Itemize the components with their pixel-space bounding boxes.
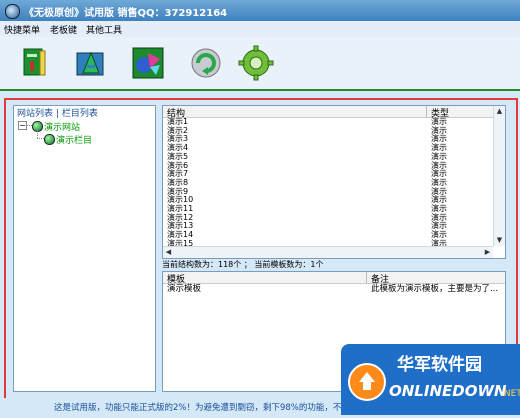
template-name-cell: 演示模板: [167, 284, 202, 294]
table-row[interactable]: 演示7 演示: [163, 170, 493, 178]
menu-item-other-tools[interactable]: 其他工具: [86, 23, 122, 36]
scroll-left-arrow-icon[interactable]: ◀: [164, 248, 173, 257]
tab-column-list[interactable]: 栏目列表: [62, 109, 98, 119]
column-divider[interactable]: [366, 272, 367, 283]
svg-text:华军软件园: 华军软件园: [397, 354, 482, 375]
onlinedown-logo: 华军软件园 ONLINEDOWN .NET: [348, 354, 520, 401]
svg-text:ONLINEDOWN: ONLINEDOWN: [389, 382, 507, 400]
menu-bar: 快捷菜单 老板键 其他工具: [0, 21, 520, 37]
menu-item-boss-key[interactable]: 老板键: [50, 23, 77, 36]
horizontal-scrollbar[interactable]: ◀ ▶: [163, 246, 493, 258]
window-title: 《无极原创》试用版 销售QQ：372912164: [24, 8, 228, 19]
toolbar-button-font[interactable]: [73, 45, 109, 81]
tree-connector-vertical: [37, 131, 38, 138]
structure-type-cell: 演示: [431, 204, 447, 213]
column-divider[interactable]: [426, 106, 427, 117]
table-row[interactable]: 演示4 演示: [163, 144, 493, 152]
toolbar-button-shapes[interactable]: [130, 45, 166, 81]
recycle-icon: [191, 48, 221, 78]
scroll-down-arrow-icon[interactable]: ▼: [495, 236, 504, 245]
gear-icon: [238, 45, 274, 81]
tree-connector: [37, 138, 44, 139]
table-row[interactable]: 演示8 演示: [163, 177, 493, 187]
globe-icon: [44, 134, 55, 145]
tab-separator: |: [55, 109, 59, 119]
structure-name-cell: 演示14: [167, 230, 194, 240]
structure-name-cell: 演示5: [167, 151, 189, 161]
table-row[interactable]: 演示5 演示: [163, 151, 493, 161]
structure-name-cell: 演示7: [167, 169, 189, 179]
structure-type-cell: 演示: [431, 230, 447, 240]
table-row[interactable]: 演示11 演示: [163, 205, 493, 213]
app-icon: [5, 4, 20, 19]
table-row[interactable]: 演示模板 此模板为演示模板，主要是为了...: [163, 284, 505, 295]
structure-name-cell: 演示8: [167, 177, 189, 187]
structure-type-cell: 演示: [431, 177, 447, 187]
structure-type-cell: 演示: [431, 117, 447, 126]
template-note-cell: 此模板为演示模板，主要是为了...: [371, 284, 499, 294]
table-header: 模板 备注: [163, 272, 505, 285]
site-tree-panel: 网站列表 | 栏目列表 − 演示网站 演示栏目: [13, 105, 156, 392]
structure-name-cell: 演示1: [167, 117, 189, 126]
toolbar-button-book[interactable]: [16, 45, 52, 81]
tab-site-list[interactable]: 网站列表: [17, 109, 53, 119]
tree-node-column[interactable]: 演示栏目: [56, 133, 92, 146]
toolbar-button-refresh[interactable]: [188, 45, 224, 81]
green-book-icon: [23, 48, 46, 76]
structure-type-cell: 演示: [431, 169, 447, 179]
structure-type-cell: 演示: [431, 143, 447, 153]
site-logo-overlay: 华军软件园 ONLINEDOWN .NET: [341, 344, 520, 415]
scroll-right-arrow-icon[interactable]: ▶: [483, 248, 492, 257]
trial-notice: 这是试用版，功能只能正式版的2%！为避免遭到剽窃，剩下98%的功能，不支持: [54, 403, 359, 413]
table-row[interactable]: 演示14 演示: [163, 231, 493, 239]
tree-node-site[interactable]: 演示网站: [44, 120, 80, 133]
toolbar-button-settings[interactable]: [238, 45, 274, 81]
panel-tabs: 网站列表 | 栏目列表: [17, 106, 98, 119]
structure-type-cell: 演示: [431, 151, 447, 161]
font-a-icon: [76, 51, 104, 76]
svg-text:.NET: .NET: [501, 389, 520, 399]
toolbar: [0, 37, 520, 91]
menu-item-shortcuts[interactable]: 快捷菜单: [4, 23, 40, 36]
table-row[interactable]: 演示1 演示: [163, 118, 493, 126]
scroll-up-arrow-icon[interactable]: ▲: [495, 107, 504, 116]
vertical-scrollbar[interactable]: ▲ ▼: [493, 106, 505, 246]
title-bar: 《无极原创》试用版 销售QQ：372912164: [0, 0, 520, 21]
count-status: 当前结构数为：118个 ； 当前模板数为：1个: [162, 260, 324, 269]
shapes-icon: [132, 47, 164, 79]
structure-name-cell: 演示11: [167, 204, 194, 213]
structure-table: 结构 类型 演示1 演示 演示2 演示 演示3 演示 演示4 演示 演示5 演示 演示6 演示 演示7 演…: [162, 105, 506, 259]
structure-name-cell: 演示4: [167, 143, 189, 153]
